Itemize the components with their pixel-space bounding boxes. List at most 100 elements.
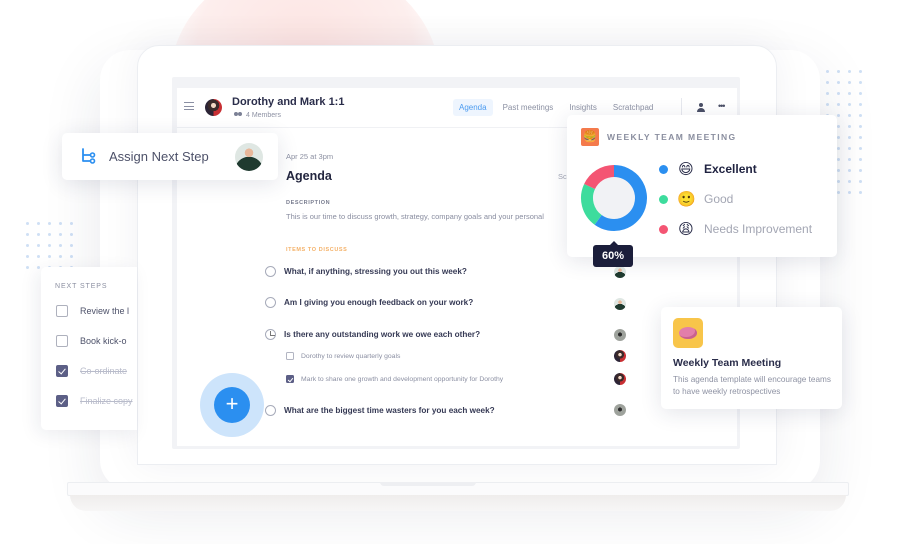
next-step-checkbox[interactable] [56, 305, 68, 317]
sub-item-checkbox[interactable] [286, 352, 294, 360]
burger-icon: 🍔 [581, 128, 599, 146]
decor-dot [859, 114, 862, 117]
branch-icon [82, 148, 96, 164]
decor-dot [859, 103, 862, 106]
tab-scratchpad[interactable]: Scratchpad [607, 99, 659, 116]
tab-bar: Agenda Past meetings Insights Scratchpad [453, 99, 659, 116]
add-person-icon[interactable] [695, 103, 707, 112]
more-icon[interactable]: ••• [718, 101, 726, 111]
decor-dot [837, 147, 840, 150]
decor-dot [859, 70, 862, 73]
agenda-item[interactable]: Am I giving you enough feedback on your … [265, 297, 473, 308]
decor-dot [837, 169, 840, 172]
next-step-checkbox[interactable] [56, 365, 68, 377]
decor-dot [37, 222, 40, 225]
next-step-checkbox[interactable] [56, 395, 68, 407]
assignee-avatar[interactable] [235, 143, 263, 171]
agenda-title: Agenda [286, 169, 332, 183]
decor-dot [859, 92, 862, 95]
agenda-item[interactable]: What, if anything, stressing you out thi… [265, 266, 467, 277]
dot-pattern-left [26, 222, 73, 269]
decor-dot [837, 103, 840, 106]
decor-dot [848, 125, 851, 128]
add-button[interactable]: + [214, 387, 250, 423]
grinning-face-icon: 😄 [678, 161, 694, 178]
legend-dot [659, 164, 668, 174]
tab-agenda[interactable]: Agenda [453, 99, 493, 116]
owner-avatar [614, 404, 626, 416]
agenda-item[interactable]: Is there any outstanding work we owe eac… [265, 329, 480, 340]
decor-dot [59, 222, 62, 225]
decor-dot [70, 244, 73, 247]
decor-dot [837, 125, 840, 128]
sub-item-checkbox[interactable] [286, 375, 294, 383]
next-steps-title: NEXT STEPS [55, 283, 108, 290]
decor-dot [848, 158, 851, 161]
decor-dot [837, 92, 840, 95]
owner-avatar [614, 329, 626, 341]
tab-insights[interactable]: Insights [563, 99, 603, 116]
percentage-tooltip: 60% [593, 241, 633, 267]
next-step-text: Review the l [80, 306, 130, 316]
decor-dot [848, 191, 851, 194]
sub-item[interactable]: Dorothy to review quarterly goals [286, 352, 400, 360]
item-status-radio[interactable] [265, 405, 276, 416]
decor-dot [848, 92, 851, 95]
decor-dot [59, 244, 62, 247]
weekly-card-title: WEEKLY TEAM MEETING [607, 132, 737, 142]
description-text: This is our time to discuss growth, stra… [286, 212, 544, 221]
decor-dot [48, 244, 51, 247]
next-step-item[interactable]: Review the l [56, 305, 136, 317]
decor-dot [859, 158, 862, 161]
smiling-face-icon: 🙂 [677, 191, 696, 208]
decor-dot [837, 191, 840, 194]
legend-label: Needs Improvement [704, 222, 813, 236]
weary-face-icon: 😩 [678, 221, 694, 238]
decor-dot [26, 255, 29, 258]
decor-dot [26, 222, 29, 225]
next-step-text: Co-ordinate [80, 366, 128, 376]
item-status-partial-icon[interactable] [265, 329, 276, 340]
decor-dot [837, 180, 840, 183]
decor-dot [837, 81, 840, 84]
items-to-discuss-label: ITEMS TO DISCUSS [286, 247, 348, 253]
template-description: This agenda template will encourage team… [673, 375, 831, 396]
sub-item-text: Dorothy to review quarterly goals [301, 352, 401, 360]
legend-dot [659, 194, 668, 204]
item-status-radio[interactable] [265, 297, 276, 308]
decor-dot [859, 125, 862, 128]
agenda-item-text: Is there any outstanding work we owe eac… [284, 330, 481, 339]
members-count[interactable]: 4 Members [233, 111, 281, 119]
decor-dot [837, 136, 840, 139]
next-step-checkbox[interactable] [56, 335, 68, 347]
next-step-item[interactable]: Book kick-o [56, 335, 136, 347]
decor-dot [859, 136, 862, 139]
legend-item-needs-improvement: 😩 Needs Improvement [659, 220, 812, 238]
decor-dot [37, 244, 40, 247]
decor-dot [26, 244, 29, 247]
legend-dot [659, 224, 668, 234]
header-divider [681, 98, 682, 116]
item-status-radio[interactable] [265, 266, 276, 277]
owner-avatar [614, 266, 626, 278]
decor-dot [848, 81, 851, 84]
decor-dot [48, 222, 51, 225]
decor-dot [59, 255, 62, 258]
menu-icon[interactable] [184, 102, 194, 110]
owner-avatar [614, 350, 626, 362]
decor-dot [37, 233, 40, 236]
meeting-title: Dorothy and Mark 1:1 [232, 96, 345, 108]
decor-dot [848, 70, 851, 73]
members-icon [233, 111, 243, 119]
decor-dot [37, 255, 40, 258]
description-label: DESCRIPTION [286, 200, 331, 206]
next-step-item[interactable]: Co-ordinate [56, 365, 136, 377]
next-step-item[interactable]: Finalize copy [56, 395, 136, 407]
sub-item[interactable]: Mark to share one growth and development… [286, 375, 503, 383]
decor-dot [26, 233, 29, 236]
agenda-item[interactable]: What are the biggest time wasters for yo… [265, 405, 495, 416]
next-step-text: Book kick-o [80, 336, 127, 346]
next-step-text: Finalize copy [80, 396, 133, 406]
tab-past-meetings[interactable]: Past meetings [497, 99, 560, 116]
legend-item-excellent: 😄 Excellent [659, 160, 757, 178]
